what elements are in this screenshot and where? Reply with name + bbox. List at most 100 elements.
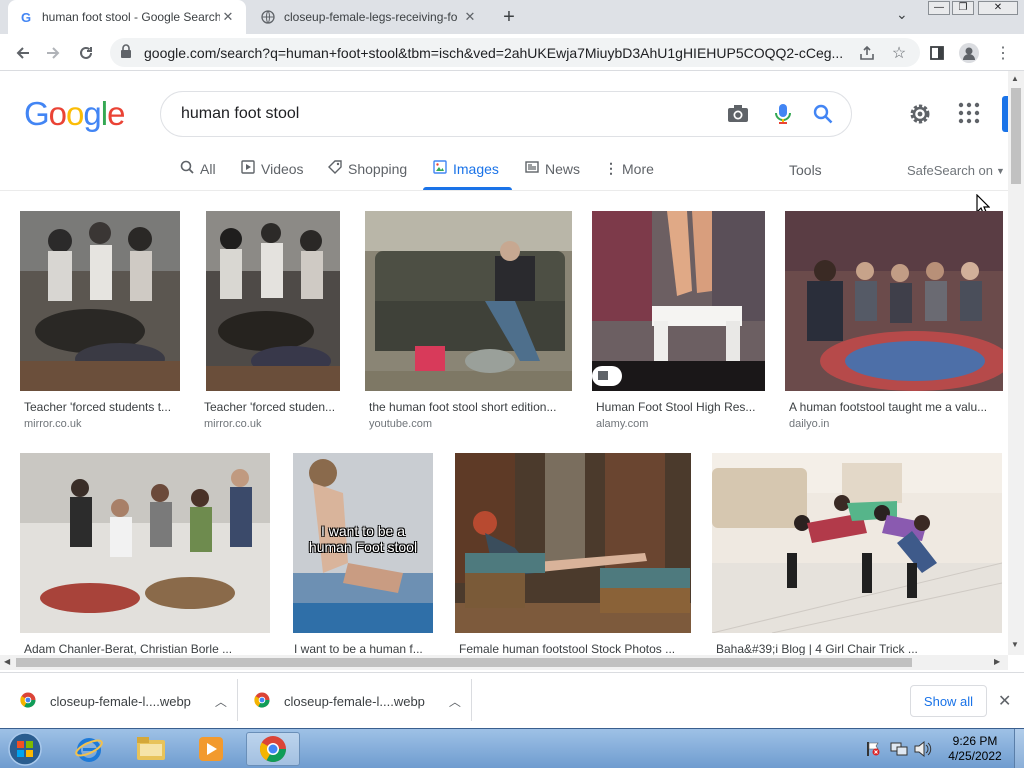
result-caption[interactable]: Human Foot Stool High Res... <box>596 400 765 414</box>
result-image[interactable]: I want to be a human Foot stool <box>293 453 433 633</box>
windows-taskbar: 9:26 PM 4/25/2022 <box>0 728 1024 768</box>
tab-google-search[interactable]: G human foot stool - Google Search ✕ <box>8 0 246 34</box>
safesearch-dropdown[interactable]: SafeSearch on ▼ <box>907 163 1005 178</box>
media-player-icon[interactable] <box>184 732 238 766</box>
safesearch-label: SafeSearch on <box>907 163 994 178</box>
tab-news[interactable]: News <box>525 160 580 177</box>
result-image[interactable] <box>712 453 1002 633</box>
tab-shopping[interactable]: Shopping <box>328 160 407 177</box>
address-bar[interactable]: google.com/search?q=human+foot+stool&tbm… <box>110 38 920 67</box>
result-source[interactable]: dailyo.in <box>789 418 829 430</box>
result-caption[interactable]: I want to be a human f... <box>294 642 434 656</box>
download-item[interactable]: closeup-female-l....webp ︿ <box>20 673 230 729</box>
news-icon <box>525 160 539 177</box>
windows-start-button[interactable] <box>2 732 48 766</box>
side-panel-icon[interactable] <box>924 40 950 66</box>
url-text: google.com/search?q=human+foot+stool&tbm… <box>144 44 844 61</box>
tab-images[interactable]: Images <box>433 160 499 177</box>
result-image[interactable] <box>206 211 340 391</box>
download-item[interactable]: closeup-female-l....webp ︿ <box>254 673 464 729</box>
back-arrow-icon[interactable] <box>10 40 36 66</box>
download-separator <box>237 679 238 721</box>
camera-icon[interactable] <box>727 104 749 129</box>
tab-more[interactable]: ⋮ More <box>604 160 654 177</box>
tab-label: Shopping <box>348 160 408 177</box>
more-vert-icon: ⋮ <box>604 160 618 176</box>
google-apps-grid-icon[interactable] <box>958 102 980 127</box>
result-caption[interactable]: Baha&#39;i Blog | 4 Girl Chair Trick ... <box>716 642 1002 656</box>
result-caption[interactable]: Adam Chanler-Berat, Christian Borle ... <box>24 642 270 656</box>
chrome-taskbar-icon[interactable] <box>246 732 300 766</box>
logo-letter: g <box>83 95 101 132</box>
result-caption[interactable]: the human foot stool short edition... <box>369 400 572 414</box>
chevron-up-icon[interactable]: ︿ <box>215 693 227 710</box>
result-source[interactable]: mirror.co.uk <box>24 418 81 430</box>
result-caption[interactable]: Teacher 'forced studen... <box>204 400 344 414</box>
scroll-down-arrow-icon[interactable]: ▼ <box>1011 640 1019 649</box>
chrome-menu-icon[interactable]: ⋮ <box>990 40 1016 66</box>
result-source[interactable]: youtube.com <box>369 418 432 430</box>
vertical-scroll-thumb[interactable] <box>1011 88 1021 184</box>
network-icon[interactable] <box>890 741 908 760</box>
result-image[interactable] <box>455 453 691 633</box>
lock-icon[interactable] <box>120 44 132 61</box>
bookmark-star-icon[interactable]: ☆ <box>886 40 912 66</box>
search-icon[interactable] <box>813 104 833 129</box>
result-image[interactable] <box>365 211 572 391</box>
close-tab-icon[interactable]: ✕ <box>220 9 236 25</box>
result-source[interactable]: alamy.com <box>596 418 648 430</box>
google-logo[interactable]: Google <box>24 95 125 133</box>
result-image[interactable] <box>20 453 270 633</box>
system-clock[interactable]: 9:26 PM 4/25/2022 <box>940 734 1010 764</box>
globe-icon <box>260 9 276 25</box>
image-icon <box>433 160 447 177</box>
clock-date: 4/25/2022 <box>948 749 1002 763</box>
share-icon[interactable] <box>854 40 880 66</box>
search-query[interactable]: human foot stool <box>181 105 299 123</box>
minimize-button[interactable]: — <box>928 1 950 15</box>
caret-down-icon: ▼ <box>996 165 1005 176</box>
microphone-icon[interactable] <box>775 103 791 130</box>
settings-gear-icon[interactable] <box>908 102 932 129</box>
reload-icon[interactable] <box>73 40 99 66</box>
tab-videos[interactable]: Videos <box>241 160 304 177</box>
file-explorer-folder-icon[interactable] <box>124 732 178 766</box>
close-tab-icon[interactable]: ✕ <box>462 9 478 25</box>
new-tab-button[interactable]: + <box>498 6 520 28</box>
meme-caption: I want to be a human Foot stool <box>308 523 418 555</box>
flag-notification-icon[interactable] <box>866 741 880 760</box>
show-all-downloads-button[interactable]: Show all <box>910 685 987 717</box>
tools-button[interactable]: Tools <box>789 162 822 178</box>
profile-avatar-icon[interactable] <box>956 40 982 66</box>
restore-button[interactable]: ❐ <box>952 1 974 15</box>
scroll-left-arrow-icon[interactable]: ◀ <box>4 657 10 666</box>
download-filename: closeup-female-l....webp <box>50 693 191 709</box>
scroll-right-arrow-icon[interactable]: ▶ <box>994 657 1000 666</box>
tab-title: closeup-female-legs-receiving-fo <box>284 10 458 24</box>
tab-all[interactable]: All <box>180 160 216 177</box>
close-window-button[interactable]: ✕ <box>978 1 1018 15</box>
header-divider <box>0 190 1008 191</box>
result-image[interactable] <box>592 211 765 391</box>
search-box[interactable]: human foot stool <box>160 91 852 137</box>
result-source[interactable]: mirror.co.uk <box>204 418 261 430</box>
result-image[interactable] <box>20 211 180 391</box>
logo-letter: o <box>66 95 84 132</box>
internet-explorer-icon[interactable] <box>62 732 116 766</box>
logo-letter: G <box>24 95 50 132</box>
chevron-up-icon[interactable]: ︿ <box>449 693 461 710</box>
result-caption[interactable]: Teacher 'forced students t... <box>24 400 180 414</box>
show-desktop-button[interactable] <box>1014 729 1024 768</box>
tab-search-button[interactable]: ⌄ <box>896 6 914 26</box>
logo-letter: o <box>48 95 67 132</box>
tab-label: Images <box>453 160 499 177</box>
horizontal-scroll-thumb[interactable] <box>16 658 912 667</box>
scroll-up-arrow-icon[interactable]: ▲ <box>1011 74 1019 83</box>
result-caption[interactable]: A human footstool taught me a valu... <box>789 400 1003 414</box>
tab-closeup-image[interactable]: closeup-female-legs-receiving-fo ✕ <box>250 0 488 34</box>
result-caption[interactable]: Female human footstool Stock Photos ... <box>459 642 691 656</box>
close-downloads-bar-icon[interactable]: ✕ <box>998 691 1011 711</box>
result-image[interactable] <box>785 211 1003 391</box>
volume-speaker-icon[interactable] <box>914 740 932 760</box>
forward-arrow-icon[interactable] <box>40 40 66 66</box>
